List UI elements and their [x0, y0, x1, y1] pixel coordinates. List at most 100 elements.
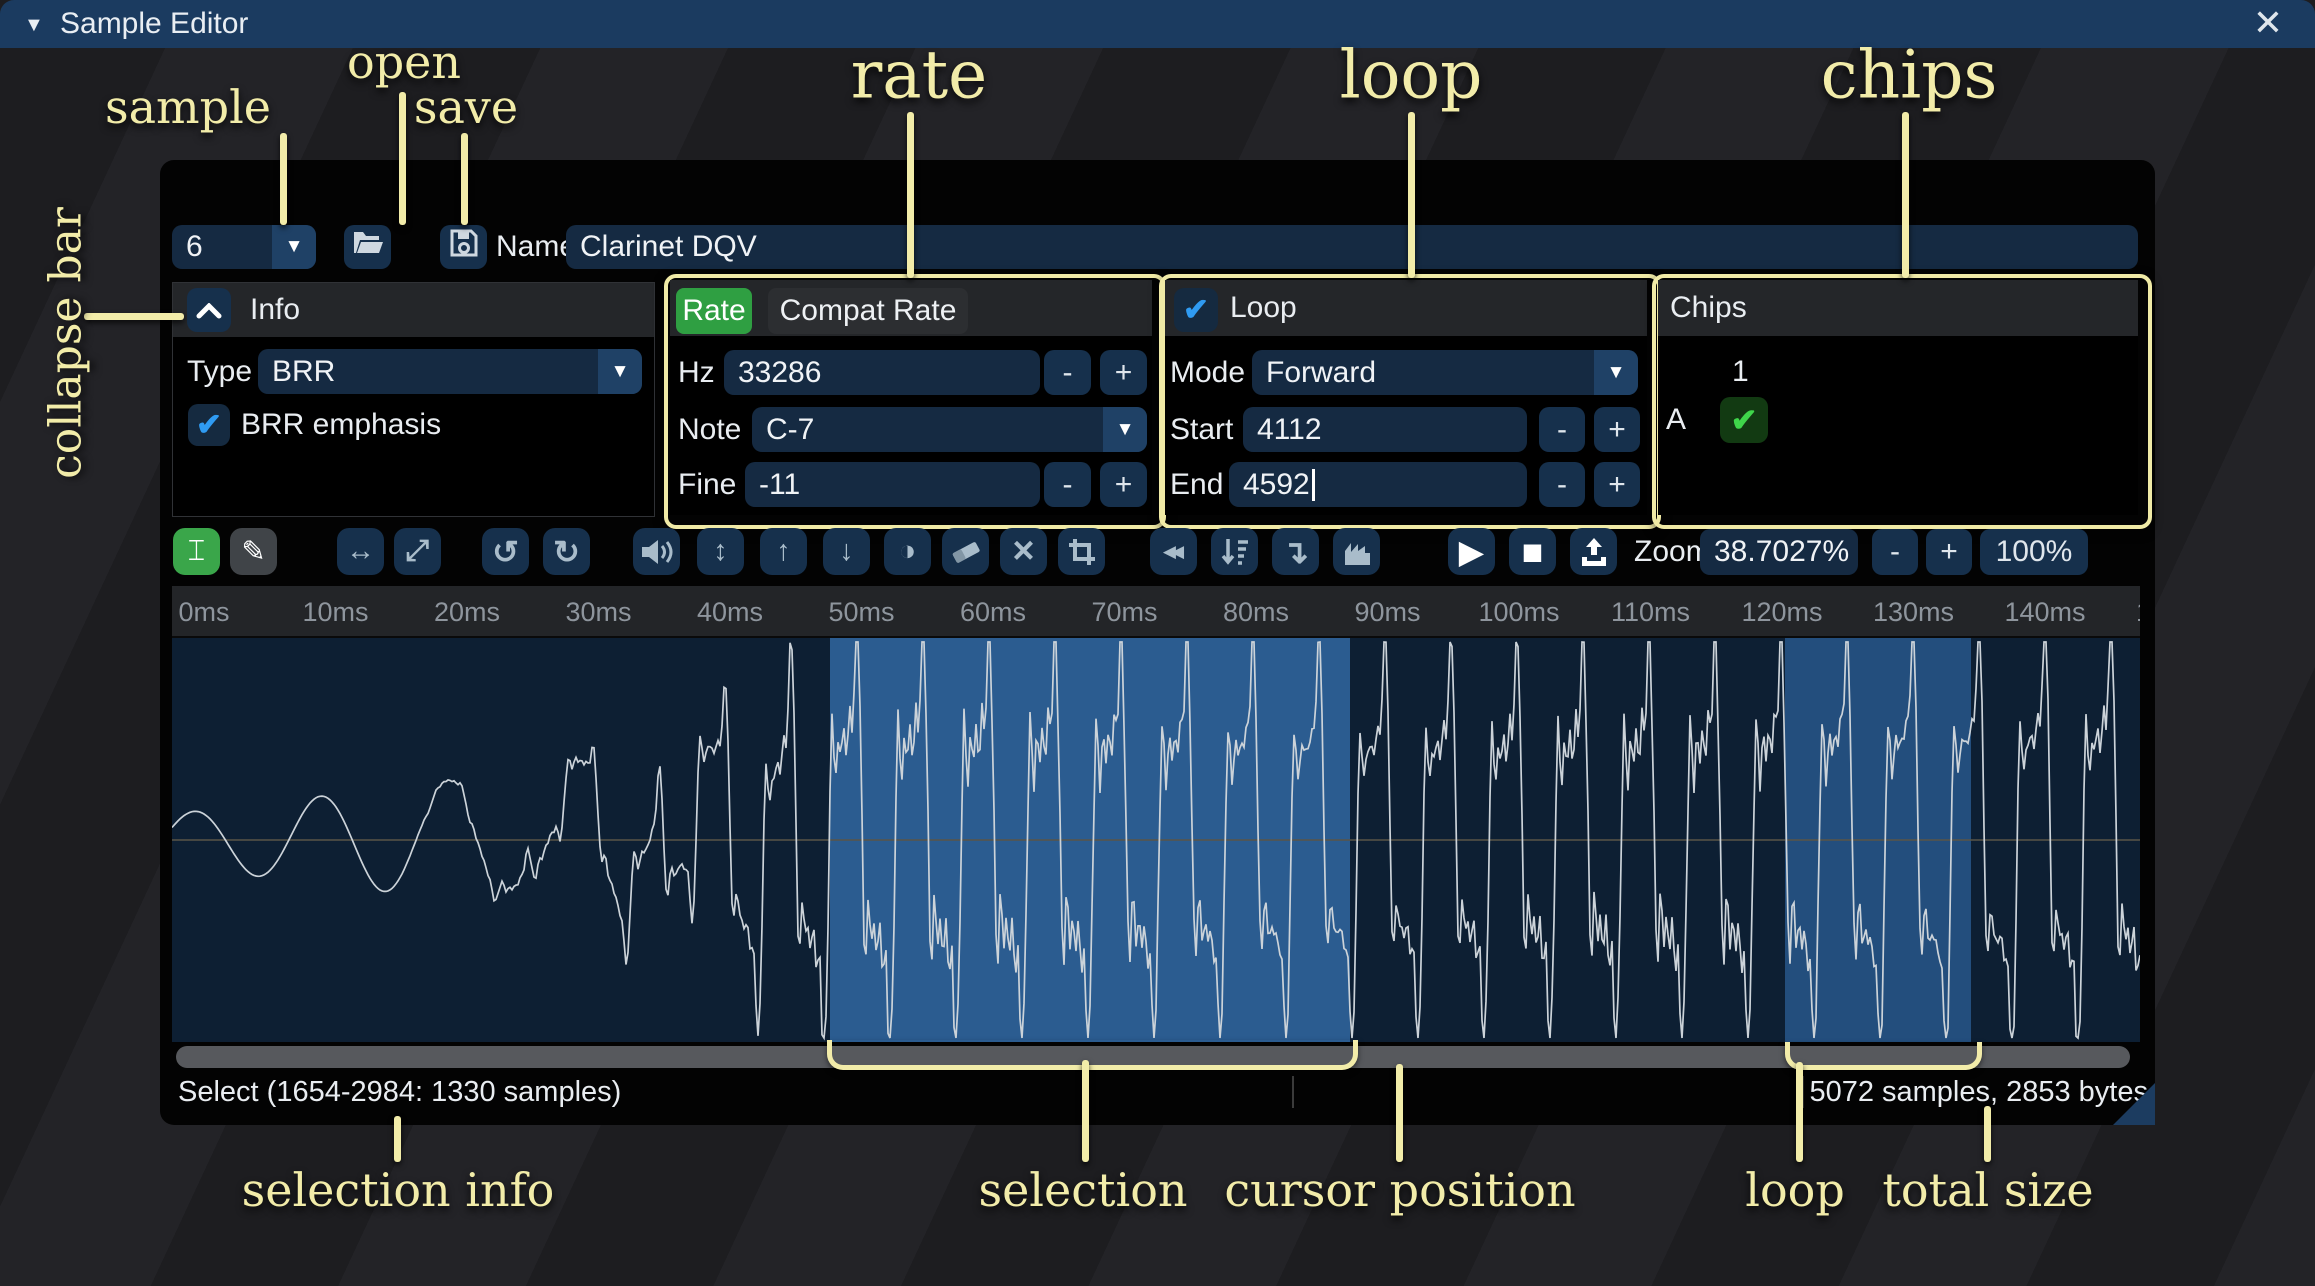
ruler-tick: 0ms [178, 597, 230, 627]
selection-bracket [827, 1040, 1358, 1070]
upload-icon [1578, 536, 1610, 568]
open-connector [399, 92, 406, 225]
chips-connector [1902, 112, 1909, 278]
loop-end-value: 4592 [1243, 467, 1310, 501]
compat-rate-button[interactable]: Compat Rate [768, 288, 968, 334]
text-cursor [1311, 468, 1315, 501]
save-sample-button[interactable] [440, 225, 487, 269]
info-panel-header [173, 283, 654, 337]
loop-end-increment-button[interactable]: + [1594, 462, 1640, 507]
undo-icon: ↺ [492, 533, 519, 570]
type-label: Type [187, 354, 253, 388]
waveform-chart-icon [1342, 537, 1372, 567]
resample-button[interactable] [1211, 528, 1258, 575]
loop-end-input[interactable]: 4592 [1229, 462, 1527, 507]
arrow-up-icon: ↑ [776, 535, 791, 567]
arrow-down-icon: ↓ [839, 535, 854, 567]
chevron-down-icon: ▼ [598, 349, 642, 394]
ruler-tick: 60ms [959, 597, 1027, 627]
fine-decrement-button[interactable]: - [1044, 462, 1091, 507]
stretch-tool-button[interactable]: ↔ [337, 528, 384, 575]
delete-button[interactable]: × [1000, 528, 1047, 575]
chips-annotation: chips [1820, 36, 1998, 114]
loop-start-decrement-button[interactable]: - [1539, 407, 1585, 452]
close-icon[interactable]: ✕ [2253, 2, 2283, 44]
insert-button[interactable]: ↴ [1272, 528, 1319, 575]
stop-button[interactable]: ■ [1509, 528, 1556, 575]
rate-annotation: rate [850, 36, 988, 114]
ruler-tick: 50ms [828, 597, 895, 627]
play-icon: ▶ [1458, 533, 1485, 570]
loop-mode-dropdown[interactable]: Forward ▼ [1252, 350, 1638, 395]
crop-icon [1067, 537, 1097, 567]
cursor-position-connector [1396, 1064, 1403, 1162]
ruler-tick: 140ms [2004, 597, 2086, 627]
shift-down-button[interactable]: ↓ [823, 528, 870, 575]
select-tool-button[interactable]: ⌶ [173, 528, 220, 575]
sample-number-dropdown[interactable]: 6 ▼ [172, 225, 316, 269]
loop-end-decrement-button[interactable]: - [1539, 462, 1585, 507]
collapse-panel-button[interactable] [187, 288, 231, 332]
resize-grip[interactable] [2113, 1083, 2155, 1125]
ruler-tick: 130ms [1872, 597, 1955, 627]
draw-tool-button[interactable]: ✎ [230, 528, 277, 575]
redo-button[interactable]: ↻ [543, 528, 590, 575]
brr-emphasis-checkbox[interactable]: ✔ [188, 404, 230, 446]
waveform-display[interactable] [172, 638, 2140, 1042]
save-annotation: save [413, 80, 519, 134]
preview-button[interactable] [633, 528, 680, 575]
sort-descending-icon [1219, 536, 1251, 568]
zoom-reset-button[interactable]: 100% [1980, 529, 2088, 575]
total-size-annotation: total size [1882, 1163, 2094, 1217]
note-value: C-7 [766, 412, 815, 446]
rewind-button[interactable]: ◀◀ [1150, 528, 1197, 575]
loop-enable-checkbox[interactable]: ✔ [1174, 288, 1218, 332]
hz-input[interactable]: 33286 [724, 350, 1040, 395]
loop-start-increment-button[interactable]: + [1594, 407, 1640, 452]
selection-info-annotation: selection info [241, 1163, 555, 1217]
collapse-window-icon[interactable]: ▼ [24, 14, 44, 37]
loop-bracket [1785, 1042, 1982, 1070]
export-button[interactable] [1570, 528, 1617, 575]
shift-up-button[interactable]: ↑ [760, 528, 807, 575]
hz-decrement-button[interactable]: - [1044, 350, 1091, 395]
rate-mode-button[interactable]: Rate [676, 288, 752, 334]
hz-increment-button[interactable]: + [1100, 350, 1147, 395]
loop-start-input[interactable]: 4112 [1243, 407, 1527, 452]
mode-label: Mode [1170, 355, 1246, 389]
total-size-connector [1984, 1106, 1991, 1162]
cursor-position-annotation: cursor position [1224, 1163, 1576, 1217]
horizontal-arrows-icon: ↔ [346, 535, 375, 567]
sample-type-dropdown[interactable]: BRR ▼ [258, 349, 642, 394]
play-button[interactable]: ▶ [1448, 528, 1495, 575]
undo-button[interactable]: ↺ [482, 528, 529, 575]
speaker-icon [640, 536, 674, 568]
selection-connector [1082, 1060, 1089, 1162]
ruler-tick: 120ms [1741, 597, 1823, 627]
amplify-button[interactable]: ↕ [697, 528, 744, 575]
stop-icon: ■ [1521, 530, 1544, 572]
scale-tool-button[interactable]: ⤢ [394, 528, 441, 575]
floppy-save-icon [450, 229, 478, 265]
zoom-out-button[interactable]: - [1872, 529, 1918, 575]
note-dropdown[interactable]: C-7 ▼ [752, 407, 1147, 452]
zoom-value-input[interactable]: 38.7027% [1700, 529, 1858, 575]
loop-bottom-connector [1796, 1062, 1803, 1162]
zoom-in-button[interactable]: + [1926, 529, 1972, 575]
invert-button[interactable]: ◑ [884, 528, 931, 575]
stats-button[interactable] [1333, 528, 1380, 575]
erase-button[interactable] [942, 528, 989, 575]
loop-annotation: loop [1339, 36, 1483, 114]
open-sample-button[interactable] [344, 225, 391, 269]
sample-type-value: BRR [272, 354, 336, 388]
check-icon: ✔ [1730, 402, 1758, 438]
status-divider [1292, 1076, 1294, 1108]
time-ruler[interactable]: 0ms 10ms 20ms 30ms 40ms 50ms 60ms 70ms 80ms 90ms 1… [172, 586, 2140, 639]
crop-button[interactable] [1058, 528, 1105, 575]
check-icon: ✔ [1183, 292, 1209, 327]
arrow-turn-down-icon: ↴ [1282, 533, 1309, 570]
fine-input[interactable]: -11 [745, 462, 1040, 507]
chip-a-enable-button[interactable]: ✔ [1720, 397, 1768, 443]
chips-panel-title: Chips [1670, 291, 1747, 324]
fine-increment-button[interactable]: + [1100, 462, 1147, 507]
